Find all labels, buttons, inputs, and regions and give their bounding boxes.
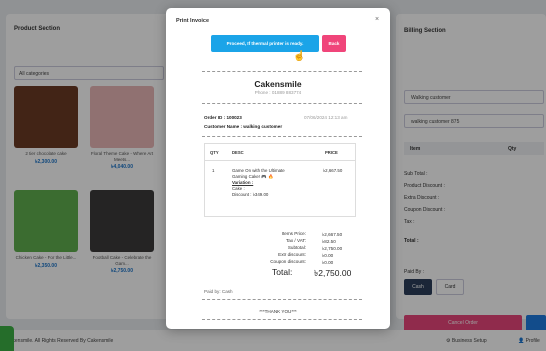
close-icon[interactable]: ×: [375, 16, 379, 23]
product-price: ৳2,300.00: [35, 158, 57, 165]
sub-total-label: Sub Total :: [404, 171, 428, 177]
product-section: Product Section All categories 2 tier ch…: [6, 14, 170, 319]
copyright-text: Cakensmile. All Rights Reserved By Caken…: [6, 338, 114, 344]
col-price-header: PRICE: [325, 150, 338, 155]
extra-discount-label: Extra Discount :: [404, 195, 440, 201]
product-price: ৳2,750.00: [111, 268, 133, 275]
modal-title: Print Invoice: [176, 18, 210, 24]
paid-by-label: Paid By :: [404, 269, 425, 275]
product-image: [90, 86, 154, 148]
product-name: Floral Theme Cake - Where Art Meets...: [90, 151, 154, 162]
product-section-title: Product Section: [14, 26, 61, 32]
hand-cursor-icon: ☝: [293, 51, 306, 62]
business-setup-link[interactable]: ⚙ Business Setup: [446, 338, 487, 344]
product-discount-label: Product Discount :: [404, 183, 445, 189]
customer-name: Customer Name : walking customer: [204, 124, 283, 129]
col-qty-header: QTY: [210, 150, 219, 155]
product-card[interactable]: Football Cake - Celebrate the Gam... ৳2,…: [90, 190, 154, 276]
product-name: Chicken Cake - For the Little...: [15, 255, 77, 260]
invoice-items-table: QTY DESC PRICE 1 Game On with the Ultima…: [204, 143, 356, 217]
product-image: [14, 86, 78, 148]
divider: [202, 103, 362, 104]
print-invoice-modal: Print Invoice × Proceed, If thermal prin…: [166, 8, 390, 329]
thank-you-text: ***THANK YOU***: [259, 309, 297, 314]
divider: [202, 299, 362, 300]
product-card[interactable]: Chicken Cake - For the Little... ৳2,350.…: [14, 190, 78, 271]
product-card[interactable]: Floral Theme Cake - Where Art Meets... ৳…: [90, 86, 154, 172]
item-price: ৳2,667.50: [323, 168, 343, 173]
footer: Cakensmile. All Rights Reserved By Caken…: [0, 330, 546, 351]
product-image: [90, 190, 154, 252]
customer-id-field[interactable]: walking customer 875: [404, 114, 544, 128]
items-price-label: Items Price:: [281, 231, 306, 236]
card-button[interactable]: Card: [436, 279, 464, 295]
shop-phone: Phone : 01889 883774: [254, 90, 302, 95]
category-select[interactable]: All categories: [14, 66, 164, 80]
subtotal-label: Subtotal:: [287, 245, 306, 250]
back-button[interactable]: Back: [322, 35, 346, 52]
side-tab[interactable]: [0, 326, 14, 351]
total-value: ৳2,750.00: [314, 268, 352, 278]
divider: [202, 71, 362, 72]
tax-label: Tax :: [404, 219, 415, 225]
cash-button[interactable]: Cash: [404, 279, 432, 295]
profile-label: Profile: [525, 338, 540, 344]
order-date: 07/06/2024 12:13 am: [304, 115, 348, 120]
total-label: Total :: [404, 238, 419, 244]
col-item: Item: [410, 146, 421, 152]
product-name: Football Cake - Celebrate the Gam...: [92, 255, 152, 266]
invoice-receipt: Cakensmile Phone : 01889 883774 Order ID…: [176, 63, 380, 323]
product-price: ৳2,350.00: [35, 262, 57, 269]
item-qty: 1: [212, 168, 215, 173]
coupon-discount-label: Coupon discount:: [270, 259, 306, 264]
order-id: Order ID : 100023: [204, 115, 242, 120]
billing-section: Billing Section Walking customer walking…: [396, 14, 546, 332]
item-discount: Discount : ৳349.00: [232, 192, 269, 197]
total-label: Total:: [272, 267, 293, 277]
product-image: [14, 190, 78, 252]
col-desc-header: DESC: [232, 150, 244, 155]
customer-select[interactable]: Walking customer: [404, 90, 544, 104]
coupon-discount-label: Coupon Discount :: [404, 207, 446, 213]
col-qty: Qty: [508, 146, 517, 152]
coupon-discount-value: ৳0.00: [322, 260, 334, 265]
product-name: 2 tier chocolate cake: [25, 151, 67, 156]
paid-by: Paid by: Cash: [204, 289, 233, 294]
divider: [202, 319, 362, 320]
business-setup-label: Business Setup: [451, 338, 487, 344]
product-card[interactable]: 2 tier chocolate cake ৳2,300.00: [14, 86, 78, 167]
extra-discount-label: Extr discount:: [278, 252, 306, 257]
profile-link[interactable]: 👤 Profile: [518, 338, 540, 344]
shop-name: Cakensmile: [254, 79, 302, 89]
divider: [202, 136, 362, 137]
proceed-print-button[interactable]: Proceed, If thermal printer is ready.: [211, 35, 319, 52]
product-price: ৳4,040.00: [111, 164, 133, 171]
header-line: [205, 160, 355, 161]
tax-label: Tax / VAT:: [286, 238, 306, 243]
cart-table-header: Item Qty: [404, 142, 544, 155]
billing-section-title: Billing Section: [404, 28, 446, 34]
